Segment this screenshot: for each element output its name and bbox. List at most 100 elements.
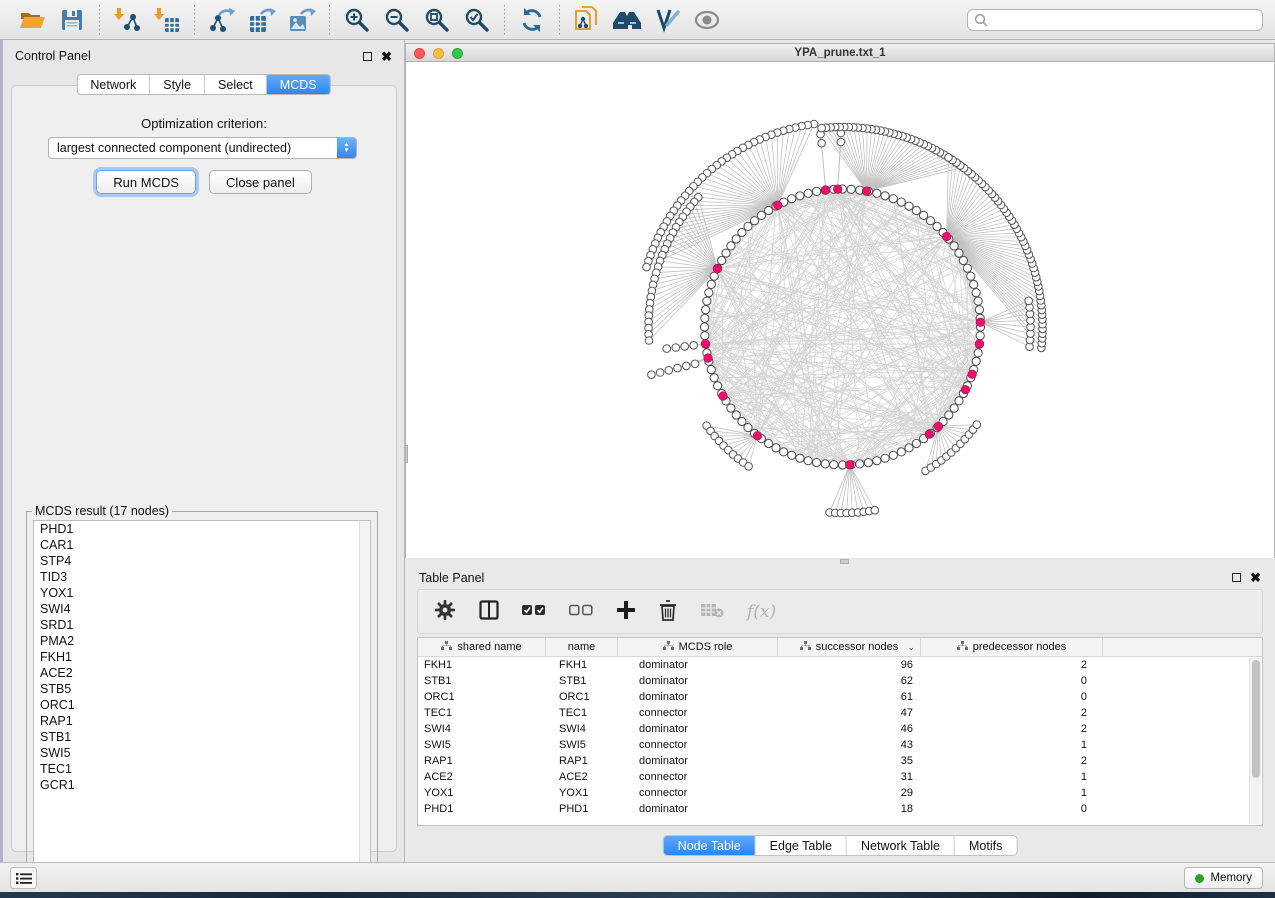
tab-mcds[interactable]: MCDS bbox=[267, 75, 330, 94]
control-panel-tabs: NetworkStyleSelectMCDS bbox=[76, 74, 330, 95]
column-header-name[interactable]: name bbox=[546, 638, 618, 656]
column-type-icon bbox=[957, 641, 968, 654]
network-graph[interactable] bbox=[406, 62, 1274, 558]
save-session-icon[interactable] bbox=[57, 6, 87, 34]
window-minimize-traffic-light[interactable] bbox=[433, 48, 444, 59]
mcds-result-item[interactable]: PMA2 bbox=[34, 633, 370, 649]
window-zoom-traffic-light[interactable] bbox=[452, 48, 463, 59]
cell-successor-nodes: 35 bbox=[778, 753, 921, 769]
mcds-result-item[interactable]: PHD1 bbox=[34, 521, 370, 537]
tab-node-table[interactable]: Node Table bbox=[664, 836, 756, 855]
table-row[interactable]: ORC1ORC1dominator610 bbox=[418, 689, 1262, 705]
table-row[interactable]: SWI4SWI4dominator462 bbox=[418, 721, 1262, 737]
memory-button[interactable]: Memory bbox=[1184, 867, 1263, 889]
tab-style[interactable]: Style bbox=[150, 75, 205, 94]
export-image-icon[interactable] bbox=[287, 6, 317, 34]
mcds-result-item[interactable]: ORC1 bbox=[34, 697, 370, 713]
mcds-result-item[interactable]: SWI5 bbox=[34, 745, 370, 761]
tab-select[interactable]: Select bbox=[205, 75, 267, 94]
mcds-result-item[interactable]: ACE2 bbox=[34, 665, 370, 681]
column-header-successor-nodes[interactable]: successor nodes⌄ bbox=[778, 638, 921, 656]
close-panel-button-2[interactable]: Close panel bbox=[209, 170, 312, 194]
tab-network-table[interactable]: Network Table bbox=[847, 836, 955, 855]
table-splitter-grip[interactable] bbox=[840, 559, 849, 564]
network-window-titlebar[interactable]: YPA_prune.txt_1 bbox=[405, 43, 1275, 62]
show-columns-icon[interactable] bbox=[479, 600, 499, 623]
mcds-result-item[interactable]: TID3 bbox=[34, 569, 370, 585]
cell-successor-nodes: 29 bbox=[778, 785, 921, 801]
network-search-box[interactable] bbox=[967, 9, 1263, 31]
tab-motifs[interactable]: Motifs bbox=[955, 836, 1016, 855]
toolbar-separator bbox=[194, 5, 195, 35]
mcds-result-item[interactable]: YOX1 bbox=[34, 585, 370, 601]
mcds-result-item[interactable]: SRD1 bbox=[34, 617, 370, 633]
table-row[interactable]: RAP1RAP1dominator352 bbox=[418, 753, 1262, 769]
zoom-in-icon[interactable] bbox=[342, 6, 372, 34]
column-header-MCDS-role[interactable]: MCDS role bbox=[618, 638, 778, 656]
control-panel: Control Panel ✖ NetworkStyleSelectMCDS O… bbox=[3, 40, 405, 862]
export-network-icon[interactable] bbox=[207, 6, 237, 34]
add-column-icon[interactable] bbox=[616, 600, 636, 623]
mcds-result-item[interactable]: CAR1 bbox=[34, 537, 370, 553]
delete-column-icon[interactable] bbox=[659, 600, 677, 624]
table-scrollbar[interactable] bbox=[1249, 658, 1261, 824]
zoom-selected-icon[interactable] bbox=[462, 6, 492, 34]
close-table-panel-button[interactable]: ✖ bbox=[1250, 573, 1261, 582]
optimization-criterion-label: Optimization criterion: bbox=[12, 116, 396, 131]
mcds-result-item[interactable]: SWI4 bbox=[34, 601, 370, 617]
refresh-view-icon[interactable] bbox=[517, 6, 547, 34]
search-tool-icon[interactable] bbox=[612, 6, 642, 34]
tab-network[interactable]: Network bbox=[77, 75, 150, 94]
export-table-icon[interactable] bbox=[247, 6, 277, 34]
table-row[interactable]: PHD1PHD1dominator180 bbox=[418, 801, 1262, 817]
task-history-button[interactable] bbox=[10, 867, 37, 889]
show-hide-icon[interactable] bbox=[692, 6, 722, 34]
mcds-result-item[interactable]: FKH1 bbox=[34, 649, 370, 665]
cell-shared-name: PHD1 bbox=[418, 801, 546, 817]
mcds-result-item[interactable]: STP4 bbox=[34, 553, 370, 569]
mcds-result-item[interactable]: RAP1 bbox=[34, 713, 370, 729]
cell-predecessor-nodes: 2 bbox=[921, 657, 1103, 673]
float-panel-button[interactable] bbox=[363, 52, 372, 61]
cell-shared-name: YOX1 bbox=[418, 785, 546, 801]
table-row[interactable]: TEC1TEC1connector472 bbox=[418, 705, 1262, 721]
table-row[interactable]: SWI5SWI5connector431 bbox=[418, 737, 1262, 753]
import-table-icon[interactable] bbox=[152, 6, 182, 34]
table-scrollbar-thumb[interactable] bbox=[1252, 660, 1260, 778]
open-session-icon[interactable] bbox=[17, 6, 47, 34]
mcds-result-item[interactable]: TEC1 bbox=[34, 761, 370, 777]
new-network-from-selection-icon[interactable] bbox=[572, 6, 602, 34]
mcds-result-group: MCDS result (17 nodes) PHD1CAR1STP4TID3Y… bbox=[26, 511, 378, 884]
table-row[interactable]: FKH1FKH1dominator962 bbox=[418, 657, 1262, 673]
window-close-traffic-light[interactable] bbox=[414, 48, 425, 59]
table-settings-gear-icon[interactable] bbox=[434, 599, 456, 624]
column-header-shared-name[interactable]: shared name bbox=[418, 638, 546, 656]
mcds-result-item[interactable]: STB1 bbox=[34, 729, 370, 745]
style-preview-icon[interactable] bbox=[652, 6, 682, 34]
cell-shared-name: TEC1 bbox=[418, 705, 546, 721]
delete-table-icon-disabled bbox=[700, 602, 724, 621]
fit-content-icon[interactable] bbox=[422, 6, 452, 34]
tab-edge-table[interactable]: Edge Table bbox=[756, 836, 847, 855]
network-view-canvas[interactable] bbox=[405, 62, 1275, 558]
optimization-criterion-select[interactable]: largest connected component (undirected)… bbox=[48, 137, 357, 159]
run-mcds-button[interactable]: Run MCDS bbox=[96, 170, 196, 194]
select-all-checkboxes-icon[interactable] bbox=[522, 604, 546, 619]
column-header-predecessor-nodes[interactable]: predecessor nodes bbox=[921, 638, 1103, 656]
search-input[interactable] bbox=[992, 13, 1256, 27]
panel-splitter-grip[interactable] bbox=[405, 445, 408, 463]
cell-MCDS-role: dominator bbox=[618, 721, 778, 737]
mcds-result-item[interactable]: GCR1 bbox=[34, 777, 370, 793]
deselect-all-checkboxes-icon[interactable] bbox=[569, 604, 593, 619]
table-row[interactable]: STB1STB1dominator620 bbox=[418, 673, 1262, 689]
mcds-result-item[interactable]: STB5 bbox=[34, 681, 370, 697]
table-row[interactable]: YOX1YOX1connector291 bbox=[418, 785, 1262, 801]
float-table-panel-button[interactable] bbox=[1232, 573, 1241, 582]
cell-name: FKH1 bbox=[546, 657, 618, 673]
table-row[interactable]: ACE2ACE2connector311 bbox=[418, 769, 1262, 785]
import-network-icon[interactable] bbox=[112, 6, 142, 34]
zoom-out-icon[interactable] bbox=[382, 6, 412, 34]
close-panel-button[interactable]: ✖ bbox=[381, 52, 392, 61]
mcds-list-scrollbar[interactable] bbox=[359, 521, 370, 876]
memory-label: Memory bbox=[1210, 872, 1252, 884]
